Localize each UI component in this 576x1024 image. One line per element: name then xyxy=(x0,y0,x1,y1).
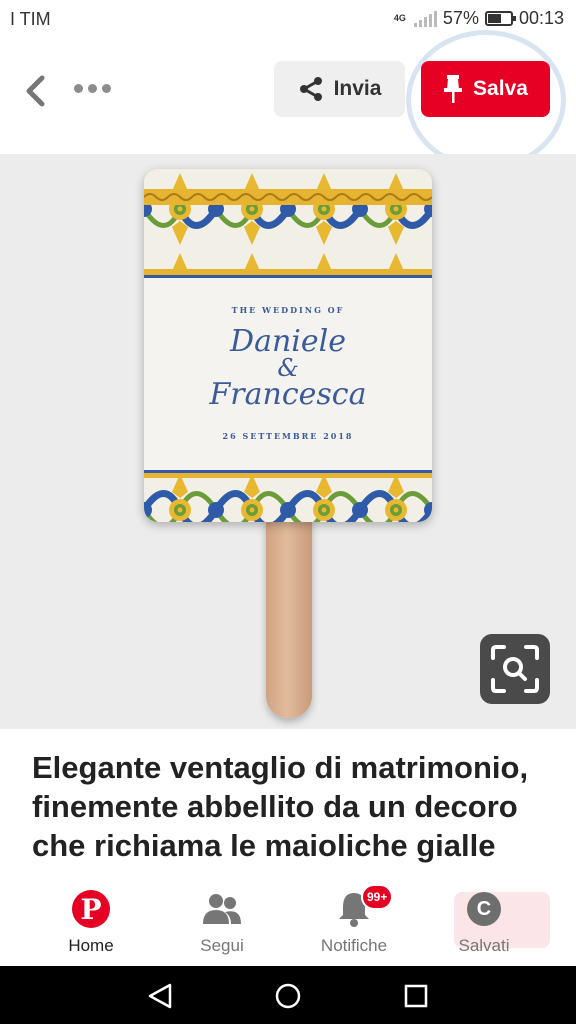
nav-home[interactable]: P Home xyxy=(36,890,146,960)
battery-icon xyxy=(484,11,516,26)
nav-saved[interactable]: C Salvati xyxy=(429,890,539,960)
card-text-panel: THE WEDDING OF Daniele & Francesca 26 SE… xyxy=(144,281,432,470)
nav-saved-label: Salvati xyxy=(458,936,510,955)
signal-icon xyxy=(413,10,437,27)
wedding-date: 26 SETTEMBRE 2018 xyxy=(222,431,354,441)
send-label: Invia xyxy=(333,77,382,100)
nav-home-label: Home xyxy=(68,936,114,955)
save-label: Salva xyxy=(473,77,528,100)
pin-image[interactable]: THE WEDDING OF Daniele & Francesca 26 SE… xyxy=(0,154,576,729)
nav-following[interactable]: Segui xyxy=(167,890,277,960)
nav-notifications[interactable]: 99+ Notifiche xyxy=(299,884,409,960)
majolica-top-border xyxy=(144,169,432,278)
send-button[interactable]: Invia xyxy=(274,61,405,117)
notification-badge: 99+ xyxy=(361,884,394,910)
more-horizontal-icon[interactable] xyxy=(74,84,111,93)
pushpin-icon xyxy=(444,75,463,103)
nav-notifications-label: Notifiche xyxy=(320,936,388,955)
majolica-bottom-border xyxy=(144,470,432,522)
pinterest-logo-icon: P xyxy=(72,890,110,928)
clock: 00:13 xyxy=(518,8,564,28)
nav-following-label: Segui xyxy=(200,936,244,955)
carrier-label: I TIM xyxy=(10,9,51,29)
name-2: Francesca xyxy=(209,377,367,412)
triangle-back-icon[interactable] xyxy=(146,982,174,1010)
chevron-left-icon[interactable] xyxy=(22,74,52,108)
avatar-icon: C xyxy=(467,892,501,926)
pin-title: Elegante ventaglio di matrimonio, fineme… xyxy=(32,750,529,863)
wedding-fan-card: THE WEDDING OF Daniele & Francesca 26 SE… xyxy=(144,169,432,522)
visual-search-button[interactable] xyxy=(480,634,550,704)
bottom-navigation: P Home Segui 99+ Notifiche C Salvati xyxy=(0,876,576,966)
fan-stick xyxy=(266,514,312,718)
battery-percent: 57% xyxy=(442,8,479,28)
network-type: 4G xyxy=(393,13,406,23)
card-caption: THE WEDDING OF xyxy=(231,305,345,315)
pin-detail-screen: I TIM 4G 57% 00:13 Invia Salva THE WEDDI… xyxy=(0,0,576,1024)
pin-action-bar: Invia Salva xyxy=(0,30,576,170)
system-navigation-bar xyxy=(0,966,576,1024)
people-icon xyxy=(203,894,241,924)
circle-home-icon[interactable] xyxy=(274,982,302,1010)
name-1: Daniele xyxy=(230,324,346,359)
visual-search-icon xyxy=(491,645,539,693)
save-button[interactable]: Salva xyxy=(421,61,550,117)
share-icon xyxy=(299,77,322,101)
square-recents-icon[interactable] xyxy=(402,982,430,1010)
